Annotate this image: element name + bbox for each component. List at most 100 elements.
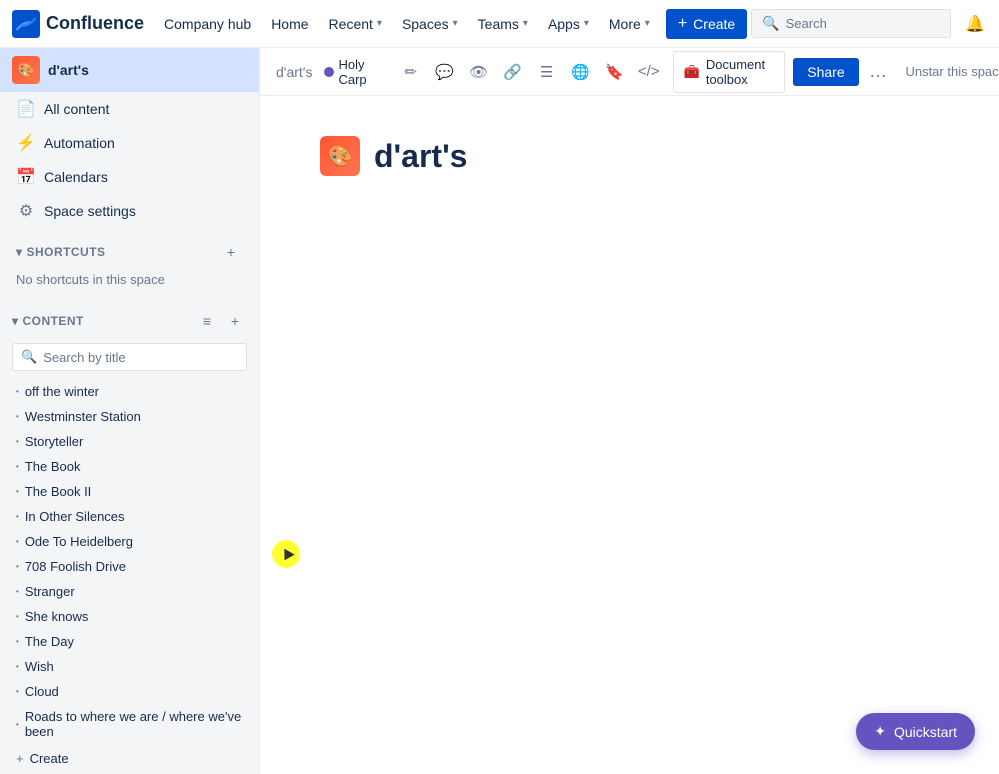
- list-item[interactable]: •She knows: [4, 604, 255, 629]
- content-section-header[interactable]: ▾ Content ≡ +: [0, 303, 259, 339]
- list-item[interactable]: •The Book: [4, 454, 255, 479]
- bullet-icon: •: [16, 387, 19, 396]
- sort-content-button[interactable]: ≡: [195, 309, 219, 333]
- page-header: 🎨 d'art's: [320, 136, 939, 176]
- chevron-down-icon: ▾: [523, 18, 528, 29]
- list-button[interactable]: ☰: [531, 56, 563, 88]
- watch-button[interactable]: 👁: [463, 56, 495, 88]
- bullet-icon: •: [16, 437, 19, 446]
- create-button[interactable]: + Create: [666, 9, 747, 39]
- status-badge: Holy Carp: [324, 57, 366, 87]
- list-item[interactable]: •Wish: [4, 654, 255, 679]
- no-shortcuts-text: No shortcuts in this space: [12, 268, 247, 295]
- toolbar-action-icons: ✏ 💬 👁 🔗 ☰ 🌐 🔖 </>: [395, 56, 665, 88]
- chevron-down-icon: ▾: [584, 18, 589, 29]
- plus-icon: +: [678, 15, 687, 33]
- automation-icon: ⚡: [16, 133, 36, 153]
- list-item[interactable]: •The Day: [4, 629, 255, 654]
- nav-spaces[interactable]: Spaces ▾: [394, 10, 466, 38]
- list-item[interactable]: •Cloud: [4, 679, 255, 704]
- sidebar-item-automation[interactable]: ⚡ Automation: [0, 126, 259, 160]
- bullet-icon: •: [16, 687, 19, 696]
- link-button[interactable]: 🔗: [497, 56, 529, 88]
- search-icon: 🔍: [762, 15, 779, 32]
- nav-company-hub[interactable]: Company hub: [156, 10, 259, 38]
- nav-recent[interactable]: Recent ▾: [321, 10, 390, 38]
- help-button[interactable]: ?: [995, 8, 999, 40]
- content-area: d'art's Holy Carp ✏ 💬 👁 🔗 ☰ 🌐 🔖 </> 🧰 Do…: [260, 48, 999, 774]
- bullet-icon: •: [16, 487, 19, 496]
- quickstart-icon: ✦: [874, 723, 886, 740]
- list-item[interactable]: •The Book II: [4, 479, 255, 504]
- edit-button[interactable]: ✏: [395, 56, 427, 88]
- sidebar-item-space-settings[interactable]: ⚙ Space settings: [0, 194, 259, 228]
- plus-icon: +: [16, 751, 24, 766]
- bookmark-button[interactable]: 🔖: [599, 56, 631, 88]
- sidebar-item-calendars[interactable]: 📅 Calendars: [0, 160, 259, 194]
- bullet-icon: •: [16, 462, 19, 471]
- add-content-button[interactable]: +: [223, 309, 247, 333]
- nav-apps[interactable]: Apps ▾: [540, 10, 597, 38]
- shortcuts-title: ▾ Shortcuts: [16, 245, 106, 259]
- list-item[interactable]: •Stranger: [4, 579, 255, 604]
- toolbar-right: 🧰 Document toolbox Share … Unstar this s…: [673, 51, 999, 93]
- unstar-button[interactable]: Unstar this space: [897, 59, 999, 84]
- comment-button[interactable]: 💬: [429, 56, 461, 88]
- space-icon: 🎨: [12, 56, 40, 84]
- notifications-button[interactable]: 🔔: [959, 8, 991, 40]
- bullet-icon: •: [16, 720, 19, 729]
- confluence-logo[interactable]: Confluence: [12, 10, 144, 38]
- nav-home[interactable]: Home: [263, 10, 316, 38]
- create-page-button[interactable]: + Create: [0, 744, 259, 773]
- chevron-down-icon: ▾: [12, 314, 19, 328]
- share-button[interactable]: Share: [793, 58, 858, 86]
- sidebar-space-header[interactable]: 🎨 d'art's: [0, 48, 259, 92]
- search-icon: 🔍: [21, 349, 37, 365]
- code-button[interactable]: </>: [633, 56, 665, 88]
- breadcrumb: d'art's: [276, 64, 312, 80]
- status-dot-icon: [324, 67, 334, 77]
- list-item[interactable]: •In Other Silences: [4, 504, 255, 529]
- list-item[interactable]: •708 Foolish Drive: [4, 554, 255, 579]
- shortcuts-section: ▾ Shortcuts + No shortcuts in this space: [0, 228, 259, 299]
- bullet-icon: •: [16, 562, 19, 571]
- bullet-icon: •: [16, 537, 19, 546]
- main-layout: 🎨 d'art's 📄 All content ⚡ Automation 📅 C…: [0, 48, 999, 774]
- list-item[interactable]: •Westminster Station: [4, 404, 255, 429]
- list-item[interactable]: •Storyteller: [4, 429, 255, 454]
- document-toolbox-button[interactable]: 🧰 Document toolbox: [673, 51, 786, 93]
- nav-action-icons: 🔔 ? ⚙ KR: [959, 8, 999, 40]
- space-name: d'art's: [48, 62, 89, 78]
- status-text: Holy Carp: [338, 57, 366, 87]
- nav-more[interactable]: More ▾: [601, 10, 658, 38]
- settings-icon: ⚙: [16, 201, 36, 221]
- list-item[interactable]: •off the winter: [4, 379, 255, 404]
- content-list: •off the winter •Westminster Station •St…: [0, 379, 259, 744]
- search-by-title-field[interactable]: 🔍: [12, 343, 247, 371]
- page-space-icon: 🎨: [320, 136, 360, 176]
- shortcuts-section-header[interactable]: ▾ Shortcuts +: [12, 236, 247, 268]
- page-content: 🎨 d'art's: [260, 96, 999, 774]
- more-options-button[interactable]: …: [867, 56, 890, 88]
- chevron-down-icon: ▾: [377, 18, 382, 29]
- top-navigation: Confluence Company hub Home Recent ▾ Spa…: [0, 0, 999, 48]
- list-item[interactable]: •Roads to where we are / where we've bee…: [4, 704, 255, 744]
- chevron-down-icon: ▾: [16, 245, 23, 259]
- bullet-icon: •: [16, 512, 19, 521]
- add-shortcut-button[interactable]: +: [219, 240, 243, 264]
- content-section: ▾ Content ≡ + 🔍 •off the winter •Westmin…: [0, 299, 259, 774]
- shortcuts-actions: +: [219, 240, 243, 264]
- bullet-icon: •: [16, 612, 19, 621]
- list-item[interactable]: •Ode To Heidelberg: [4, 529, 255, 554]
- page-title: d'art's: [374, 138, 467, 175]
- nav-teams[interactable]: Teams ▾: [470, 10, 536, 38]
- sidebar: 🎨 d'art's 📄 All content ⚡ Automation 📅 C…: [0, 48, 260, 774]
- globe-button[interactable]: 🌐: [565, 56, 597, 88]
- global-search[interactable]: 🔍 Search: [751, 9, 951, 38]
- content-actions: ≡ +: [195, 309, 247, 333]
- quickstart-button[interactable]: ✦ Quickstart: [856, 713, 975, 750]
- confluence-logo-text: Confluence: [46, 13, 144, 34]
- sidebar-item-all-content[interactable]: 📄 All content: [0, 92, 259, 126]
- calendars-icon: 📅: [16, 167, 36, 187]
- search-title-input[interactable]: [43, 350, 238, 365]
